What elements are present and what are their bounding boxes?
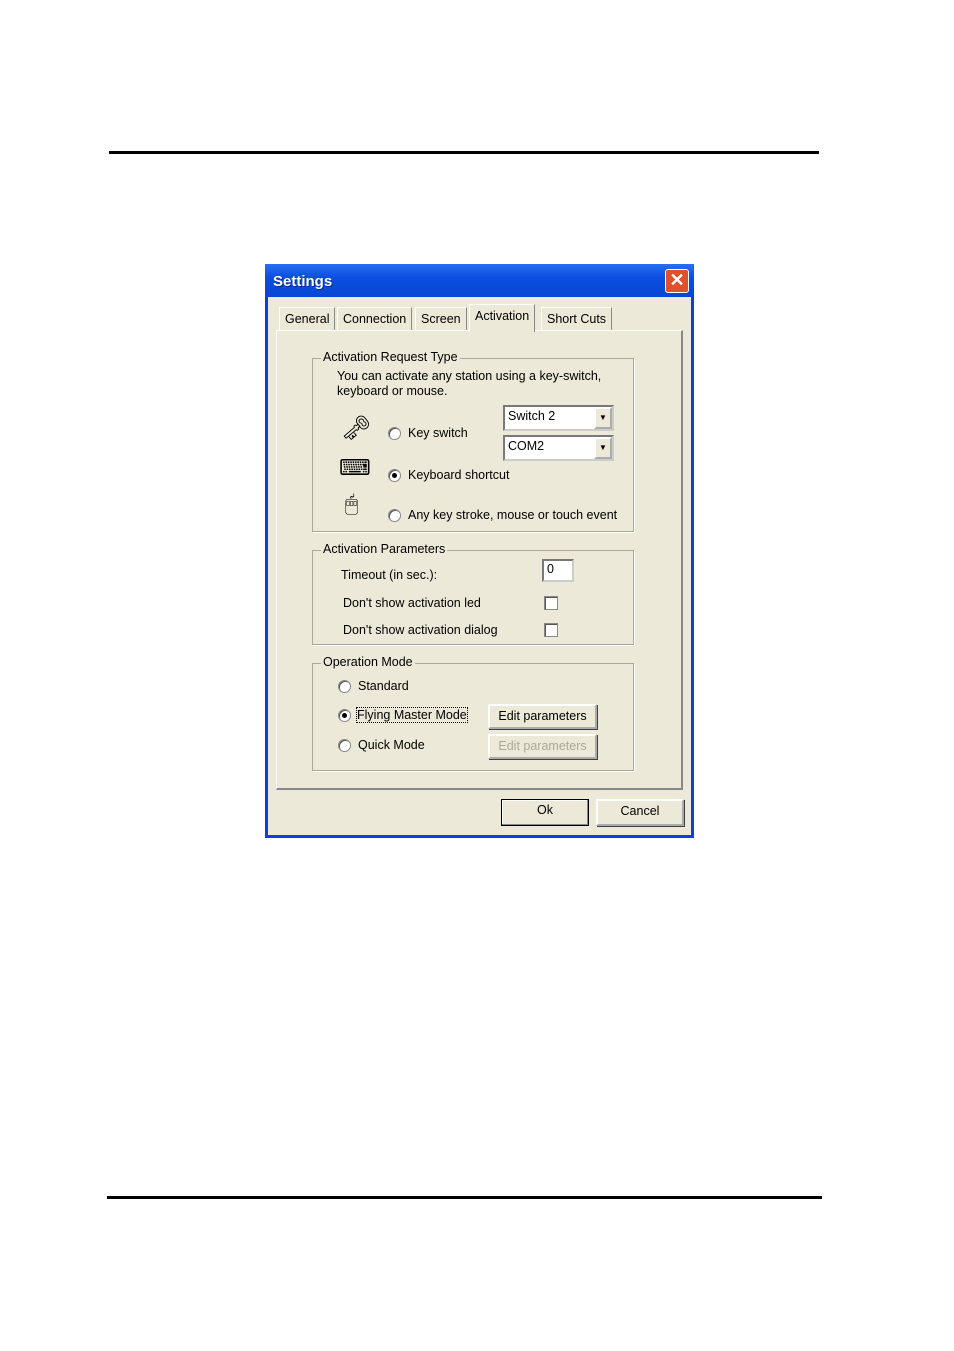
port-select[interactable]: COM2 ▼	[503, 435, 614, 461]
keyboard-shortcut-label: Keyboard shortcut	[408, 468, 510, 482]
chevron-down-icon[interactable]: ▼	[594, 407, 612, 429]
activation-request-type-group: Activation Request Type You can activate…	[312, 350, 634, 532]
keyboard-shortcut-radio[interactable]	[388, 469, 401, 482]
group-legend: Activation Parameters	[321, 542, 448, 556]
flying-master-label: Flying Master Mode	[356, 707, 468, 723]
no-dialog-label: Don't show activation dialog	[343, 623, 498, 637]
tab-short-cuts[interactable]: Short Cuts	[541, 307, 613, 331]
tab-general[interactable]: General	[279, 307, 336, 331]
any-event-radio[interactable]	[388, 509, 401, 522]
header-rule	[109, 151, 819, 154]
any-event-label: Any key stroke, mouse or touch event	[408, 508, 618, 522]
footer-rule	[107, 1196, 822, 1199]
port-select-value: COM2	[508, 439, 545, 453]
no-dialog-checkbox[interactable]	[544, 623, 558, 637]
edit-parameters-button[interactable]: Edit parameters	[488, 704, 597, 729]
timeout-label: Timeout (in sec.):	[341, 568, 438, 582]
key-switch-radio[interactable]	[388, 427, 401, 440]
settings-dialog: Settings ✕ General Connection Screen Act…	[265, 264, 694, 838]
operation-mode-group: Operation Mode Standard Flying Master Mo…	[312, 655, 634, 771]
close-button[interactable]: ✕	[665, 269, 689, 293]
tab-activation[interactable]: Activation	[469, 304, 536, 332]
quick-mode-radio[interactable]	[338, 739, 351, 752]
keyboard-icon: ⌨	[339, 455, 371, 480]
flying-master-radio[interactable]	[338, 709, 351, 722]
dialog-title: Settings	[273, 273, 333, 290]
description-text: You can activate any station using a key…	[337, 369, 602, 398]
tab-screen[interactable]: Screen	[415, 307, 467, 331]
quick-mode-label: Quick Mode	[358, 738, 425, 752]
mouse-icon: 🖱	[345, 491, 359, 516]
key-switch-label: Key switch	[408, 426, 468, 440]
activation-parameters-group: Activation Parameters Timeout (in sec.):…	[312, 542, 634, 645]
switch-select[interactable]: Switch 2 ▼	[503, 405, 614, 431]
edit-parameters-disabled-button: Edit parameters	[488, 734, 597, 759]
no-led-checkbox[interactable]	[544, 596, 558, 610]
group-legend: Operation Mode	[321, 655, 415, 669]
ok-button[interactable]: Ok	[501, 799, 589, 826]
group-legend: Activation Request Type	[321, 350, 460, 364]
standard-radio[interactable]	[338, 680, 351, 693]
standard-label: Standard	[358, 679, 409, 693]
cancel-button[interactable]: Cancel	[596, 799, 684, 826]
switch-select-value: Switch 2	[508, 409, 556, 423]
tab-connection[interactable]: Connection	[337, 307, 413, 331]
chevron-down-icon[interactable]: ▼	[594, 437, 612, 459]
timeout-input[interactable]: 0	[542, 559, 574, 582]
title-bar: Settings	[265, 264, 694, 297]
key-switch-icon: 🗝	[341, 415, 372, 442]
no-led-label: Don't show activation led	[343, 596, 481, 610]
